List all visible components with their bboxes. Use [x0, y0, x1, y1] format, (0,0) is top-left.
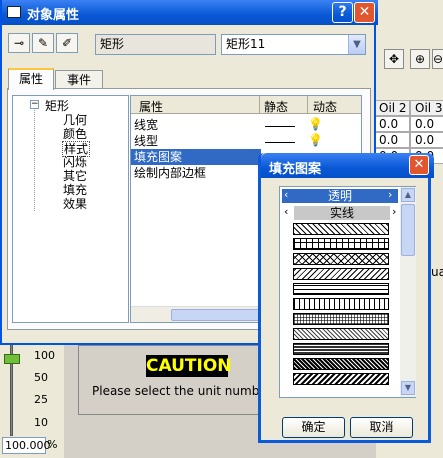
tree-item-other[interactable]: 其它 — [63, 169, 87, 183]
grid-cell[interactable]: 0.0 — [410, 116, 443, 132]
zoom-slider-thumb[interactable] — [4, 354, 20, 364]
slider-tick: 25 — [34, 393, 48, 406]
chevron-down-icon[interactable]: ▼ — [348, 35, 365, 54]
help-icon[interactable]: ? — [332, 2, 353, 23]
ok-button[interactable]: 确定 — [282, 417, 345, 438]
grid-cell[interactable]: 0.0 — [374, 132, 410, 148]
pattern-item[interactable] — [293, 223, 389, 235]
grid-header-oil3: Oil 3 — [410, 100, 443, 116]
popup-title: 填充图案 — [269, 162, 322, 177]
pattern-item[interactable] — [293, 373, 389, 385]
slider-tick: 10 — [34, 416, 48, 429]
column-divider — [307, 96, 308, 114]
slider-tick: 100 — [34, 349, 55, 362]
move-tool-icon[interactable]: ✥ — [384, 49, 404, 69]
close-icon[interactable]: ✕ — [354, 2, 375, 23]
popup-titlebar[interactable]: 填充图案 ✕ — [261, 153, 434, 178]
window-icon — [7, 6, 21, 18]
cancel-button[interactable]: 取消 — [350, 417, 413, 438]
pattern-solid-label: 实线 — [329, 206, 354, 220]
zoom-out-icon[interactable]: ⊖ — [432, 49, 443, 69]
pattern-item[interactable] — [293, 238, 389, 250]
pattern-item[interactable] — [293, 283, 389, 295]
chevron-left-icon: ‹ — [284, 205, 289, 218]
pattern-item[interactable] — [293, 328, 389, 340]
column-divider — [259, 96, 260, 114]
list-row-linewidth[interactable]: 线宽 — [131, 117, 259, 133]
column-header-dynamic[interactable]: 动态 — [313, 98, 337, 115]
pattern-list[interactable]: 透明 ‹ › 实线 ‹ › ▲ ▼ — [279, 186, 416, 398]
chevron-right-icon: › — [388, 188, 393, 201]
background-side-text: ua — [431, 265, 443, 279]
popup-close-icon[interactable]: ✕ — [409, 155, 429, 175]
grid-cell[interactable]: 0.0 — [374, 116, 410, 132]
chevron-right-icon: › — [392, 205, 397, 218]
zoom-unit: % — [47, 438, 58, 451]
pattern-item[interactable] — [293, 343, 389, 355]
caution-message: Please select the unit numbe — [92, 384, 267, 398]
bulb-icon[interactable]: 💡 — [308, 133, 323, 147]
chevron-left-icon: ‹ — [284, 188, 289, 201]
object-name-combo[interactable]: 矩形11 ▼ — [221, 34, 366, 55]
dialog-title: 对象属性 — [27, 8, 80, 23]
object-name-value: 矩形11 — [226, 37, 266, 51]
zoom-in-icon[interactable]: ⊕ — [410, 49, 430, 69]
tree-item-color[interactable]: 颜色 — [63, 127, 87, 141]
tab-properties[interactable]: 属性 — [8, 68, 54, 90]
tree-item-blink[interactable]: 闪烁 — [63, 155, 87, 169]
scrollbar-thumb[interactable] — [401, 204, 415, 256]
list-row-linetype[interactable]: 线型 — [131, 133, 259, 149]
tree-item-geometry[interactable]: 几何 — [63, 113, 87, 127]
scrollbar-thumb[interactable] — [171, 309, 271, 321]
pin-icon[interactable]: ⊸ — [8, 33, 30, 53]
pattern-item[interactable] — [293, 298, 389, 310]
list-row-fillpattern[interactable]: 填充图案 — [131, 149, 261, 165]
grid-header-oil2: Oil 2 — [374, 100, 410, 116]
pattern-item[interactable] — [293, 358, 389, 370]
linewidth-sample — [265, 126, 295, 127]
pattern-item[interactable] — [293, 268, 389, 280]
column-header-static[interactable]: 静态 — [264, 98, 288, 115]
grid-cell[interactable]: 0.0 — [410, 132, 443, 148]
slider-tick: 50 — [34, 371, 48, 384]
vertical-scrollbar[interactable]: ▲ ▼ — [400, 187, 416, 397]
eyedropper-plus-icon[interactable]: ✐ — [56, 33, 78, 53]
list-row-inner-border[interactable]: 绘制内部边框 — [131, 165, 259, 181]
scroll-up-icon[interactable]: ▲ — [401, 188, 415, 202]
column-header-property[interactable]: 属性 — [139, 98, 163, 115]
property-tree[interactable]: − 矩形 几何 颜色 样式 闪烁 其它 填充 效果 — [12, 95, 129, 323]
bulb-icon[interactable]: 💡 — [308, 117, 323, 131]
caution-label: CAUTION — [146, 355, 232, 377]
pattern-selected-label: 透明 — [327, 189, 352, 203]
tree-collapse-icon[interactable]: − — [30, 100, 39, 109]
pattern-item[interactable] — [293, 313, 389, 325]
eyedropper-icon[interactable]: ✎ — [32, 33, 54, 53]
zoom-value-field[interactable]: 100.000 — [2, 437, 51, 454]
tree-item-fill[interactable]: 填充 — [63, 183, 87, 197]
dialog-titlebar[interactable]: 对象属性 ? ✕ — [2, 0, 378, 25]
tree-root[interactable]: 矩形 — [45, 99, 69, 113]
object-type-field: 矩形 — [95, 34, 216, 55]
linetype-sample — [265, 142, 295, 143]
tree-item-effect[interactable]: 效果 — [63, 197, 87, 211]
pattern-item[interactable] — [293, 253, 389, 265]
tree-line — [34, 110, 35, 211]
scroll-down-icon[interactable]: ▼ — [401, 381, 415, 395]
tab-events[interactable]: 事件 — [55, 70, 103, 90]
